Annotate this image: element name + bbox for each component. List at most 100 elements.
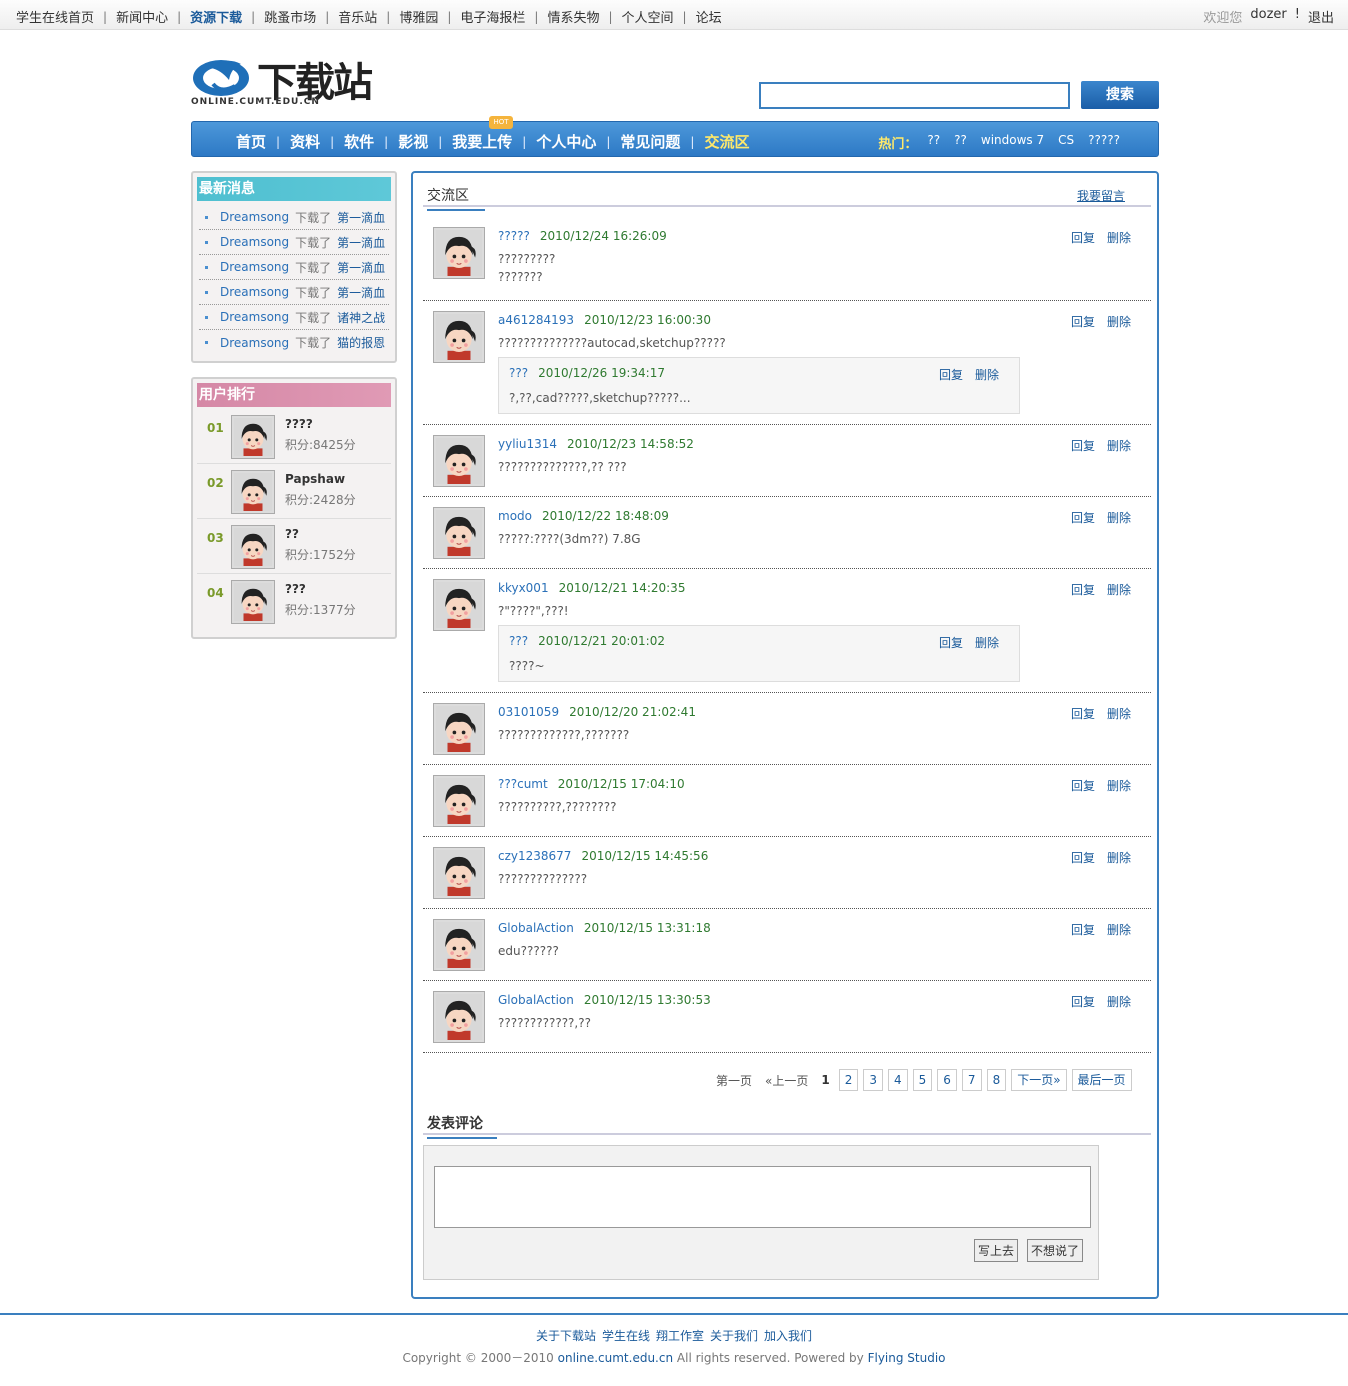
site-nav-item[interactable]: 学生在线首页 bbox=[16, 7, 94, 26]
last-page-link[interactable]: 最后一页 bbox=[1071, 1069, 1132, 1091]
avatar[interactable] bbox=[433, 311, 485, 363]
reply-button[interactable]: 回复 bbox=[1071, 705, 1095, 722]
news-target-link[interactable]: 诸神之战 bbox=[337, 309, 385, 326]
domain-link[interactable]: online.cumt.edu.cn bbox=[558, 1351, 673, 1365]
rank-user-name[interactable]: ???? bbox=[285, 417, 313, 431]
studio-link[interactable]: Flying Studio bbox=[868, 1351, 946, 1365]
search-button[interactable]: 搜索 bbox=[1081, 81, 1159, 109]
reply-button[interactable]: 回复 bbox=[1071, 849, 1095, 866]
hot-keyword-link[interactable]: ????? bbox=[1088, 133, 1120, 152]
site-nav-item[interactable]: 情系失物 bbox=[547, 7, 599, 26]
comment-author-link[interactable]: a461284193 bbox=[498, 313, 574, 327]
delete-button[interactable]: 删除 bbox=[1107, 849, 1131, 866]
page-link[interactable]: 4 bbox=[888, 1069, 908, 1091]
avatar[interactable] bbox=[433, 775, 485, 827]
page-link[interactable]: 8 bbox=[986, 1069, 1007, 1091]
site-nav-item[interactable]: 资源下载 bbox=[190, 7, 242, 26]
comment-author-link[interactable]: GlobalAction bbox=[498, 921, 574, 935]
reply-button[interactable]: 回复 bbox=[1071, 313, 1095, 330]
footer-link[interactable]: 翔工作室 bbox=[656, 1329, 704, 1343]
comment-author-link[interactable]: yyliu1314 bbox=[498, 437, 557, 451]
hot-keyword-link[interactable]: ?? bbox=[954, 133, 967, 152]
delete-button[interactable]: 删除 bbox=[975, 634, 999, 651]
page-link[interactable]: 6 bbox=[937, 1069, 957, 1091]
site-nav-item[interactable]: 音乐站 bbox=[338, 7, 377, 26]
page-link[interactable]: 2 bbox=[838, 1069, 859, 1091]
prev-page-link[interactable]: «上一页 bbox=[761, 1072, 812, 1089]
footer-link[interactable]: 学生在线 bbox=[602, 1329, 650, 1343]
avatar[interactable] bbox=[433, 919, 485, 971]
rank-user-name[interactable]: Papshaw bbox=[285, 472, 345, 486]
reply-button[interactable]: 回复 bbox=[1071, 437, 1095, 454]
avatar[interactable] bbox=[433, 507, 485, 559]
logout-link[interactable]: 退出 bbox=[1308, 7, 1334, 26]
post-message-link[interactable]: 我要留言 bbox=[1077, 187, 1125, 204]
comment-author-link[interactable]: czy1238677 bbox=[498, 849, 571, 863]
rank-user-name[interactable]: ??? bbox=[285, 582, 306, 596]
reply-button[interactable]: 回复 bbox=[1071, 581, 1095, 598]
reply-button[interactable]: 回复 bbox=[1071, 921, 1095, 938]
avatar[interactable] bbox=[433, 435, 485, 487]
news-target-link[interactable]: 第一滴血 bbox=[337, 234, 385, 251]
cancel-button[interactable]: 不想说了 bbox=[1027, 1239, 1084, 1262]
site-nav-item[interactable]: 论坛 bbox=[696, 7, 722, 26]
delete-button[interactable]: 删除 bbox=[1107, 581, 1131, 598]
main-nav-item[interactable]: 个人中心 bbox=[536, 131, 596, 152]
news-user-link[interactable]: Dreamsong bbox=[220, 210, 289, 224]
site-nav-item[interactable]: 个人空间 bbox=[622, 7, 674, 26]
comment-author-link[interactable]: kkyx001 bbox=[498, 581, 549, 595]
avatar[interactable] bbox=[231, 525, 275, 569]
delete-button[interactable]: 删除 bbox=[1107, 313, 1131, 330]
delete-button[interactable]: 删除 bbox=[1107, 437, 1131, 454]
reply-button[interactable]: 回复 bbox=[1071, 229, 1095, 246]
site-nav-item[interactable]: 新闻中心 bbox=[116, 7, 168, 26]
reply-button[interactable]: 回复 bbox=[1071, 777, 1095, 794]
site-nav-item[interactable]: 跳蚤市场 bbox=[264, 7, 316, 26]
site-nav-item[interactable]: 博雅园 bbox=[399, 7, 438, 26]
avatar[interactable] bbox=[433, 991, 485, 1043]
reply-button[interactable]: 回复 bbox=[939, 366, 963, 383]
next-page-link[interactable]: 下一页» bbox=[1011, 1069, 1067, 1091]
news-user-link[interactable]: Dreamsong bbox=[220, 310, 289, 324]
main-nav-item[interactable]: 首页 bbox=[236, 131, 266, 152]
reply-button[interactable]: 回复 bbox=[1071, 993, 1095, 1010]
reply-button[interactable]: 回复 bbox=[1071, 509, 1095, 526]
news-target-link[interactable]: 第一滴血 bbox=[337, 209, 385, 226]
delete-button[interactable]: 删除 bbox=[1107, 229, 1131, 246]
comment-author-link[interactable]: ???cumt bbox=[498, 777, 548, 791]
avatar[interactable] bbox=[231, 580, 275, 624]
delete-button[interactable]: 删除 bbox=[1107, 509, 1131, 526]
delete-button[interactable]: 删除 bbox=[1107, 705, 1131, 722]
comment-author-link[interactable]: ????? bbox=[498, 229, 530, 243]
news-user-link[interactable]: Dreamsong bbox=[220, 285, 289, 299]
delete-button[interactable]: 删除 bbox=[1107, 993, 1131, 1010]
avatar[interactable] bbox=[231, 470, 275, 514]
main-nav-item[interactable]: 常见问题 bbox=[620, 131, 680, 152]
rank-user-name[interactable]: ?? bbox=[285, 527, 299, 541]
news-user-link[interactable]: Dreamsong bbox=[220, 235, 289, 249]
news-user-link[interactable]: Dreamsong bbox=[220, 336, 289, 350]
main-nav-item[interactable]: 软件 bbox=[344, 131, 374, 152]
hot-keyword-link[interactable]: ?? bbox=[927, 133, 940, 152]
delete-button[interactable]: 删除 bbox=[975, 366, 999, 383]
news-target-link[interactable]: 第一滴血 bbox=[337, 284, 385, 301]
footer-link[interactable]: 关于下载站 bbox=[536, 1329, 596, 1343]
avatar[interactable] bbox=[231, 415, 275, 459]
comment-author-link[interactable]: 03101059 bbox=[498, 705, 559, 719]
main-nav-item[interactable]: 我要上传 bbox=[452, 131, 512, 152]
page-link[interactable]: 3 bbox=[863, 1069, 883, 1091]
delete-button[interactable]: 删除 bbox=[1107, 921, 1131, 938]
search-input[interactable] bbox=[759, 82, 1070, 109]
main-nav-item[interactable]: 影视 bbox=[398, 131, 428, 152]
page-link[interactable]: 7 bbox=[961, 1069, 982, 1091]
submit-button[interactable]: 写上去 bbox=[974, 1239, 1019, 1262]
news-user-link[interactable]: Dreamsong bbox=[220, 260, 289, 274]
main-nav-item[interactable]: 交流区 bbox=[704, 131, 749, 152]
delete-button[interactable]: 删除 bbox=[1107, 777, 1131, 794]
avatar[interactable] bbox=[433, 227, 485, 279]
first-page-link[interactable]: 第一页 bbox=[712, 1072, 756, 1089]
site-nav-item[interactable]: 电子海报栏 bbox=[460, 7, 525, 26]
footer-link[interactable]: 关于我们 bbox=[710, 1329, 758, 1343]
news-target-link[interactable]: 猫的报恩 bbox=[337, 334, 385, 351]
hot-keyword-link[interactable]: windows 7 bbox=[981, 133, 1044, 152]
